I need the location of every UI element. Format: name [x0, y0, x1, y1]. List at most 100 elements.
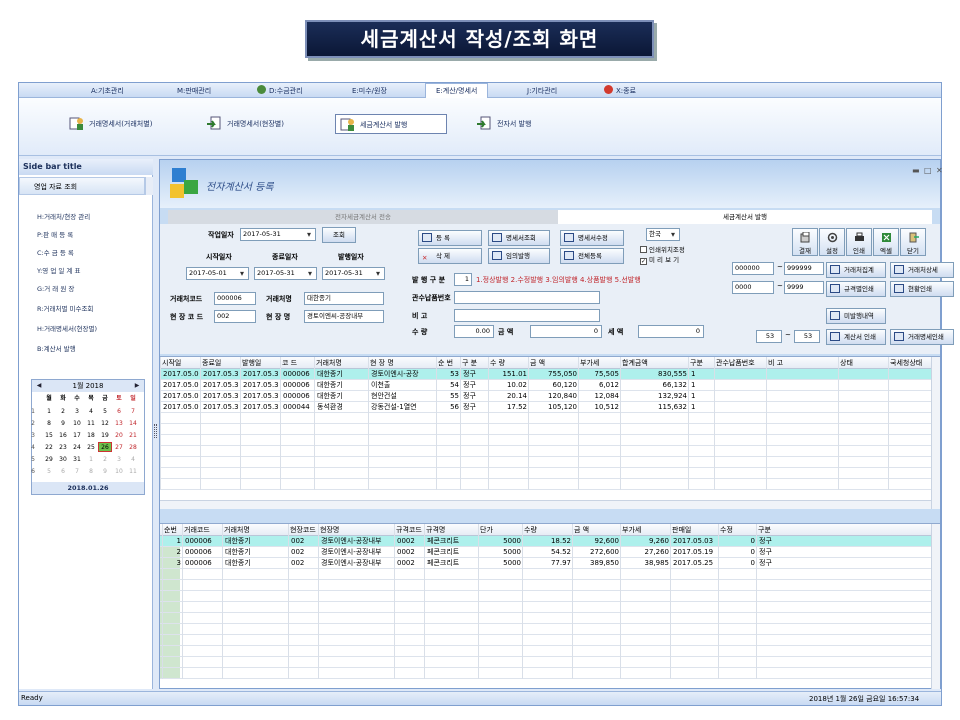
calendar-day[interactable]: 2	[98, 454, 112, 465]
temp-issue-button[interactable]: 임의발행	[488, 248, 550, 264]
memo-field[interactable]	[454, 309, 600, 322]
close-icon[interactable]: ✕	[936, 166, 943, 175]
site-name-field[interactable]: 경토이엔씨-공장내부	[304, 310, 384, 323]
calendar-day[interactable]: 27	[112, 442, 126, 453]
calendar-day[interactable]: 19	[98, 430, 112, 441]
calendar-day[interactable]: 1	[42, 406, 56, 417]
table-row[interactable]: 2017.05.01 2017.05.31 2017.05.31 000006 대한종기…	[160, 369, 931, 380]
range3-from-field[interactable]: 53	[756, 330, 782, 343]
approval-no-field[interactable]	[454, 291, 600, 304]
sidebar-item-collection[interactable]: C:수 금 등 록	[37, 247, 74, 257]
calendar-day[interactable]: 7	[70, 466, 84, 477]
table-row[interactable]	[160, 602, 931, 613]
column-header[interactable]: 순 번	[438, 357, 453, 369]
site-code-field[interactable]: 002	[214, 310, 256, 323]
table-row[interactable]	[160, 457, 931, 468]
calendar-day[interactable]: 1	[84, 454, 98, 465]
qty-field[interactable]: 0.00	[454, 325, 494, 338]
column-header[interactable]: 거래처명	[316, 357, 342, 369]
table-row[interactable]	[160, 580, 931, 591]
calendar-day[interactable]: 30	[56, 454, 70, 465]
calendar-day[interactable]: 13	[112, 418, 126, 429]
table-row[interactable]	[160, 435, 931, 446]
register-button[interactable]: 등 록	[418, 230, 482, 246]
column-header[interactable]: 국세청상태	[890, 357, 922, 369]
calendar-day[interactable]: 6	[112, 406, 126, 417]
column-header[interactable]: 구분	[758, 524, 771, 536]
calendar-day[interactable]: 8	[42, 418, 56, 429]
ribbon-statement-site[interactable]: 거래명세서(현장별)	[203, 114, 284, 134]
table-row[interactable]: 2017.05.01 2017.05.31 2017.05.31 000044 동석환경…	[160, 402, 931, 413]
calendar-day[interactable]: 29	[42, 454, 56, 465]
ribbon-tax-invoice[interactable]: 세금계산서 발행	[335, 114, 447, 134]
start-date-picker[interactable]: 2017-05-01	[186, 267, 249, 280]
calendar-day[interactable]: 25	[84, 442, 98, 453]
amount-field[interactable]: 0	[530, 325, 602, 338]
delete-button[interactable]: ✕ 삭 제	[418, 248, 482, 264]
menu-collection[interactable]: D:수금관리	[257, 85, 303, 97]
calendar-day[interactable]: 11	[126, 466, 140, 477]
column-header[interactable]: 현장명	[320, 524, 339, 536]
calendar-day[interactable]: 15	[42, 430, 56, 441]
calendar-day[interactable]: 5	[98, 406, 112, 417]
column-header[interactable]: 현 장 명	[370, 357, 394, 369]
detail-grid-vscroll[interactable]	[931, 524, 940, 689]
calendar-day[interactable]: 6	[56, 466, 70, 477]
settings-button[interactable]: 설정	[819, 228, 845, 256]
query-button[interactable]: 조회	[322, 227, 356, 243]
sidebar-scrollbar[interactable]	[145, 177, 153, 195]
calendar-day[interactable]: 5	[42, 466, 56, 477]
calendar-day[interactable]: 22	[42, 442, 56, 453]
column-header[interactable]: 수량	[524, 524, 537, 536]
invoice-print-button[interactable]: 계산서 인쇄	[826, 329, 886, 345]
column-header[interactable]: 거래처명	[224, 524, 250, 536]
sidebar-item-client-site[interactable]: H:거래처/현장 관리	[37, 211, 90, 221]
approve-button[interactable]: 결재	[792, 228, 818, 256]
column-header[interactable]: 금 액	[530, 357, 545, 369]
sidebar-item-statement-site[interactable]: H:거래명세서(현장별)	[37, 323, 97, 333]
menu-invoice[interactable]: E:계산/명세서	[425, 83, 489, 98]
table-row[interactable]	[160, 569, 931, 580]
table-row[interactable]	[160, 591, 931, 602]
close-button[interactable]: 닫기	[900, 228, 926, 256]
column-header[interactable]: 수 량	[490, 357, 505, 369]
language-select[interactable]: 한국	[646, 228, 680, 241]
table-row[interactable]	[160, 624, 931, 635]
range2-to-field[interactable]: 9999	[784, 281, 824, 294]
sidebar-item-receivable[interactable]: R:거래처별 미수조회	[37, 303, 93, 313]
table-row[interactable]	[160, 479, 931, 490]
calendar-day[interactable]: 26	[98, 442, 112, 452]
calendar-day[interactable]: 2	[56, 406, 70, 417]
detail-edit-button[interactable]: 명세서수정	[560, 230, 624, 246]
calendar-day[interactable]: 24	[70, 442, 84, 453]
calendar-today[interactable]: 2018.01.26	[32, 482, 144, 494]
issue-date-picker[interactable]: 2017-05-31	[322, 267, 385, 280]
column-header[interactable]: 규격코드	[396, 524, 422, 536]
sidebar-item-ledger[interactable]: G:거 래 원 장	[37, 283, 74, 293]
table-row[interactable]: 3 000006 대한종기 002 경토이엔시-공장내부 0002 페콘크리트 5000 77.…	[160, 558, 931, 569]
column-header[interactable]: 상태	[840, 357, 853, 369]
table-row[interactable]: 2017.05.01 2017.05.31 2017.05.31 000006 대한종기…	[160, 391, 931, 402]
menu-receivable[interactable]: E:미수/원장	[352, 85, 387, 97]
column-header[interactable]: 구분	[690, 357, 703, 369]
write-date-picker[interactable]: 2017-05-31	[240, 228, 316, 241]
table-row[interactable]	[160, 468, 931, 479]
calendar-day[interactable]: 31	[70, 454, 84, 465]
menu-sales[interactable]: M:판매관리	[177, 85, 211, 97]
sidebar-item-invoice[interactable]: B:계산서 발행	[37, 343, 76, 353]
all-register-button[interactable]: 전체등록	[560, 248, 624, 264]
table-row[interactable]	[160, 646, 931, 657]
range3-to-field[interactable]: 53	[794, 330, 820, 343]
sidebar-item-sales[interactable]: P:판 매 등 록	[37, 229, 73, 239]
client-detail-button[interactable]: 거래처상세	[890, 262, 954, 278]
table-row[interactable]	[160, 635, 931, 646]
column-header[interactable]: 종료일	[202, 357, 221, 369]
calendar-day[interactable]: 12	[98, 418, 112, 429]
calendar-day[interactable]: 28	[126, 442, 140, 453]
calendar-day[interactable]: 9	[56, 418, 70, 429]
column-header[interactable]: 현장코드	[290, 524, 316, 536]
preview-checkbox[interactable]: ✓ 미 리 보 기	[640, 254, 679, 265]
calendar-day[interactable]: 16	[56, 430, 70, 441]
calendar-day[interactable]: 14	[126, 418, 140, 429]
print-adjust-checkbox[interactable]: 인쇄위치조정	[640, 244, 685, 254]
